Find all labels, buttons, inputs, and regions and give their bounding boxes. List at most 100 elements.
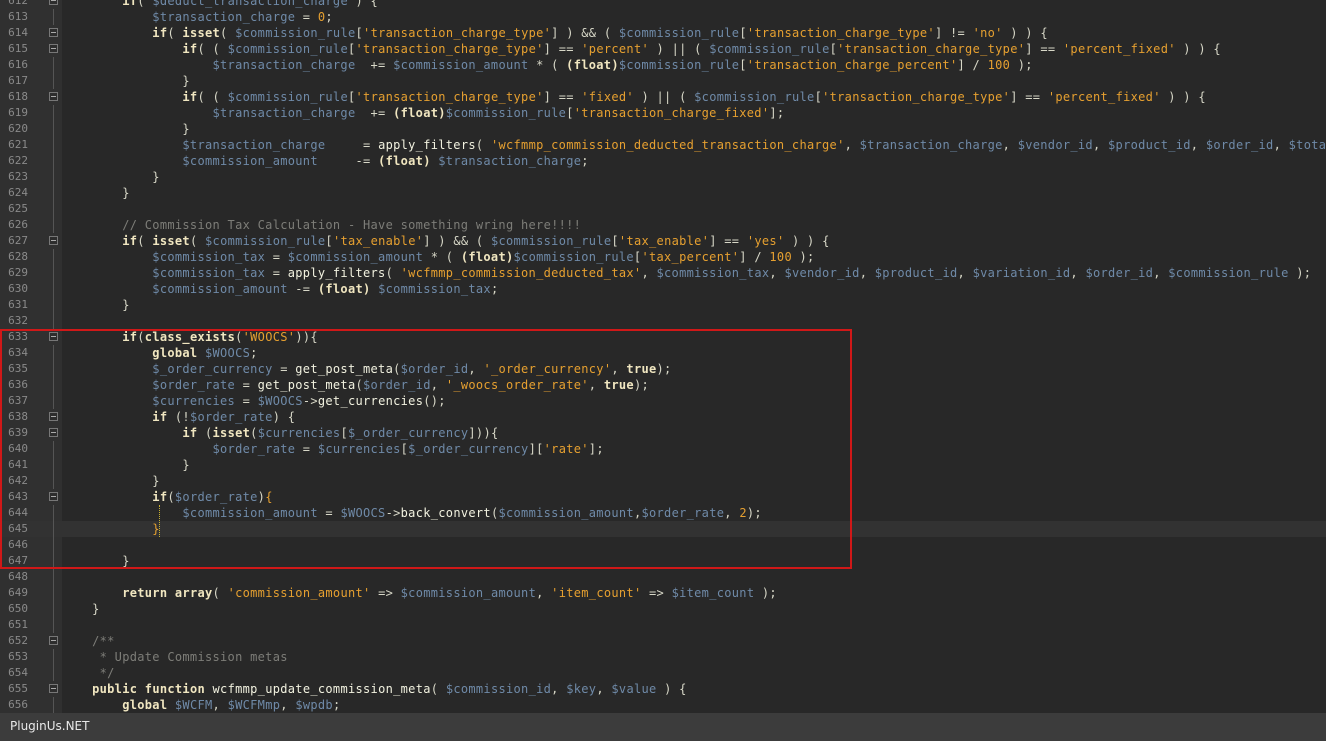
code-text[interactable]: $commission_tax = $commission_amount * (… xyxy=(62,249,815,265)
code-line[interactable]: 656 global $WCFM, $WCFMmp, $wpdb; xyxy=(0,697,1326,713)
code-text[interactable]: if( isset( $commission_rule['tax_enable'… xyxy=(62,233,830,249)
code-text[interactable]: $transaction_charge += (float)$commissio… xyxy=(62,105,785,121)
code-text[interactable]: // Commission Tax Calculation - Have som… xyxy=(62,217,581,233)
fold-toggle-icon[interactable] xyxy=(49,428,58,437)
code-text[interactable]: if( ( $commission_rule['transaction_char… xyxy=(62,41,1221,57)
code-line[interactable]: 614 if( isset( $commission_rule['transac… xyxy=(0,25,1326,41)
code-text[interactable]: */ xyxy=(62,665,115,681)
fold-toggle-icon[interactable] xyxy=(49,492,58,501)
code-text[interactable]: return array( 'commission_amount' => $co… xyxy=(62,585,777,601)
code-line[interactable]: 635 $_order_currency = get_post_meta($or… xyxy=(0,361,1326,377)
code-text[interactable]: $transaction_charge += $commission_amoun… xyxy=(62,57,1033,73)
code-line[interactable]: 642 } xyxy=(0,473,1326,489)
code-text[interactable]: $order_rate = get_post_meta($order_id, '… xyxy=(62,377,649,393)
code-text[interactable]: if( ( $commission_rule['transaction_char… xyxy=(62,89,1206,105)
code-line[interactable]: 651 xyxy=(0,617,1326,633)
code-text[interactable]: $order_rate = $currencies[$_order_curren… xyxy=(62,441,604,457)
code-line[interactable]: 613 $transaction_charge = 0; xyxy=(0,9,1326,25)
code-text[interactable]: $commission_amount -= (float) $transacti… xyxy=(62,153,589,169)
code-text[interactable]: } xyxy=(62,457,190,473)
code-text[interactable]: /** xyxy=(62,633,115,649)
code-line[interactable]: 620 } xyxy=(0,121,1326,137)
fold-toggle-icon[interactable] xyxy=(49,412,58,421)
code-token: -> xyxy=(385,506,401,520)
code-line[interactable]: 655 public function wcfmmp_update_commis… xyxy=(0,681,1326,697)
code-text[interactable]: } xyxy=(62,121,190,137)
code-line[interactable]: 639 if (isset($currencies[$_order_curren… xyxy=(0,425,1326,441)
fold-toggle-icon[interactable] xyxy=(49,236,58,245)
code-line[interactable]: 634 global $WOOCS; xyxy=(0,345,1326,361)
code-line[interactable]: 630 $commission_amount -= (float) $commi… xyxy=(0,281,1326,297)
code-line[interactable]: 640 $order_rate = $currencies[$_order_cu… xyxy=(0,441,1326,457)
code-line[interactable]: 631 } xyxy=(0,297,1326,313)
code-line[interactable]: 629 $commission_tax = apply_filters( 'wc… xyxy=(0,265,1326,281)
code-text[interactable]: } xyxy=(62,521,160,537)
code-text[interactable]: $commission_amount -= (float) $commissio… xyxy=(62,281,498,297)
code-text[interactable]: } xyxy=(62,169,160,185)
code-line[interactable]: 619 $transaction_charge += (float)$commi… xyxy=(0,105,1326,121)
code-text[interactable]: } xyxy=(62,473,160,489)
code-token: $commission_rule xyxy=(618,58,740,72)
code-line[interactable]: 646 xyxy=(0,537,1326,553)
code-text[interactable]: if(class_exists('WOOCS')){ xyxy=(62,329,318,345)
code-line[interactable]: 650 } xyxy=(0,601,1326,617)
code-line[interactable]: 649 return array( 'commission_amount' =>… xyxy=(0,585,1326,601)
code-text[interactable]: public function wcfmmp_update_commission… xyxy=(62,681,687,697)
code-text[interactable]: if( $deduct_transaction_charge ) { xyxy=(62,0,378,9)
code-editor[interactable]: 612 if( $deduct_transaction_charge ) {61… xyxy=(0,0,1326,713)
code-text[interactable]: } xyxy=(62,601,100,617)
fold-toggle-icon[interactable] xyxy=(49,0,58,5)
code-line[interactable]: 644 $commission_amount = $WOOCS->back_co… xyxy=(0,505,1326,521)
code-text[interactable]: $commission_tax = apply_filters( 'wcfmmp… xyxy=(62,265,1311,281)
fold-toggle-icon[interactable] xyxy=(49,332,58,341)
code-line[interactable]: 645 } xyxy=(0,521,1326,537)
code-line[interactable]: 616 $transaction_charge += $commission_a… xyxy=(0,57,1326,73)
code-line[interactable]: 615 if( ( $commission_rule['transaction_… xyxy=(0,41,1326,57)
code-text[interactable]: } xyxy=(62,297,130,313)
code-text[interactable]: if( isset( $commission_rule['transaction… xyxy=(62,25,1048,41)
code-line[interactable]: 652 /** xyxy=(0,633,1326,649)
code-line[interactable]: 626 // Commission Tax Calculation - Have… xyxy=(0,217,1326,233)
code-line[interactable]: 638 if (!$order_rate) { xyxy=(0,409,1326,425)
fold-toggle-icon[interactable] xyxy=(49,92,58,101)
code-line[interactable]: 653 * Update Commission metas xyxy=(0,649,1326,665)
fold-toggle-icon[interactable] xyxy=(49,44,58,53)
code-line[interactable]: 643 if($order_rate){ xyxy=(0,489,1326,505)
code-text[interactable]: } xyxy=(62,185,130,201)
code-text[interactable]: if (!$order_rate) { xyxy=(62,409,295,425)
code-line[interactable]: 624 } xyxy=(0,185,1326,201)
code-text[interactable]: $commission_amount = $WOOCS->back_conver… xyxy=(62,505,762,521)
code-line[interactable]: 622 $commission_amount -= (float) $trans… xyxy=(0,153,1326,169)
code-text[interactable]: global $WCFM, $WCFMmp, $wpdb; xyxy=(62,697,340,713)
code-line[interactable]: 632 xyxy=(0,313,1326,329)
fold-toggle-icon[interactable] xyxy=(49,636,58,645)
code-line[interactable]: 637 $currencies = $WOOCS->get_currencies… xyxy=(0,393,1326,409)
code-text[interactable]: $transaction_charge = apply_filters( 'wc… xyxy=(62,137,1326,153)
code-line[interactable]: 612 if( $deduct_transaction_charge ) { xyxy=(0,0,1326,9)
code-line[interactable]: 623 } xyxy=(0,169,1326,185)
code-text[interactable]: $_order_currency = get_post_meta($order_… xyxy=(62,361,672,377)
code-line[interactable]: 654 */ xyxy=(0,665,1326,681)
code-line[interactable]: 621 $transaction_charge = apply_filters(… xyxy=(0,137,1326,153)
code-line[interactable]: 625 xyxy=(0,201,1326,217)
code-line[interactable]: 633 if(class_exists('WOOCS')){ xyxy=(0,329,1326,345)
code-line[interactable]: 636 $order_rate = get_post_meta($order_i… xyxy=(0,377,1326,393)
code-text[interactable]: global $WOOCS; xyxy=(62,345,258,361)
code-text[interactable]: $transaction_charge = 0; xyxy=(62,9,333,25)
code-line[interactable]: 617 } xyxy=(0,73,1326,89)
code-line[interactable]: 641 } xyxy=(0,457,1326,473)
code-text[interactable]: } xyxy=(62,73,190,89)
code-line[interactable]: 618 if( ( $commission_rule['transaction_… xyxy=(0,89,1326,105)
code-text[interactable]: if (isset($currencies[$_order_currency])… xyxy=(62,425,499,441)
code-line[interactable]: 628 $commission_tax = $commission_amount… xyxy=(0,249,1326,265)
code-line[interactable]: 648 xyxy=(0,569,1326,585)
fold-toggle-icon[interactable] xyxy=(49,684,58,693)
fold-toggle-icon[interactable] xyxy=(49,28,58,37)
code-line[interactable]: 627 if( isset( $commission_rule['tax_ena… xyxy=(0,233,1326,249)
code-text[interactable]: * Update Commission metas xyxy=(62,649,288,665)
code-text[interactable]: } xyxy=(62,553,130,569)
code-text[interactable]: $currencies = $WOOCS->get_currencies(); xyxy=(62,393,446,409)
code-line[interactable]: 647 } xyxy=(0,553,1326,569)
code-token: $currencies xyxy=(152,394,236,408)
code-text[interactable]: if($order_rate){ xyxy=(62,489,273,505)
